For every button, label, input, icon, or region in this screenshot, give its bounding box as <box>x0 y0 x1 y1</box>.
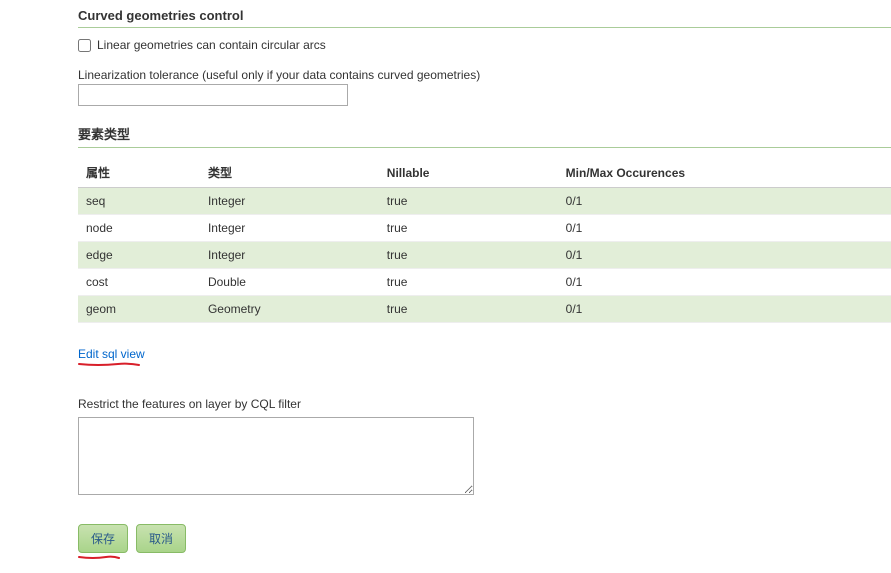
annotation-underline-icon <box>78 362 140 365</box>
cql-filter-textarea[interactable] <box>78 417 474 495</box>
cancel-button[interactable]: 取消 <box>136 524 186 553</box>
cell-minmax: 0/1 <box>558 296 891 323</box>
feature-type-table: 属性 类型 Nillable Min/Max Occurences seq In… <box>78 158 891 323</box>
table-row: geom Geometry true 0/1 <box>78 296 891 323</box>
cell-minmax: 0/1 <box>558 188 891 215</box>
cell-nillable: true <box>379 215 558 242</box>
cell-type: Integer <box>200 215 379 242</box>
cell-type: Geometry <box>200 296 379 323</box>
cell-nillable: true <box>379 269 558 296</box>
cell-attr: cost <box>78 269 200 296</box>
annotation-underline-icon <box>78 550 120 553</box>
table-row: cost Double true 0/1 <box>78 269 891 296</box>
feature-type-title: 要素类型 <box>78 106 891 148</box>
linearization-input[interactable] <box>78 84 348 106</box>
edit-sql-link[interactable]: Edit sql view <box>78 347 145 361</box>
circular-arcs-label: Linear geometries can contain circular a… <box>97 38 326 52</box>
header-attribute: 属性 <box>78 158 200 188</box>
circular-arcs-row: Linear geometries can contain circular a… <box>78 28 891 60</box>
cell-nillable: true <box>379 242 558 269</box>
table-row: node Integer true 0/1 <box>78 215 891 242</box>
cell-attr: edge <box>78 242 200 269</box>
cql-filter-label: Restrict the features on layer by CQL fi… <box>78 361 891 417</box>
cell-minmax: 0/1 <box>558 269 891 296</box>
curved-geometries-title: Curved geometries control <box>78 0 891 28</box>
linearization-label: Linearization tolerance (useful only if … <box>78 60 891 84</box>
header-type: 类型 <box>200 158 379 188</box>
table-row: seq Integer true 0/1 <box>78 188 891 215</box>
header-minmax: Min/Max Occurences <box>558 158 891 188</box>
cell-nillable: true <box>379 296 558 323</box>
cell-type: Integer <box>200 242 379 269</box>
cell-nillable: true <box>379 188 558 215</box>
cell-type: Integer <box>200 188 379 215</box>
save-button[interactable]: 保存 <box>78 524 128 553</box>
table-row: edge Integer true 0/1 <box>78 242 891 269</box>
circular-arcs-checkbox[interactable] <box>78 39 91 52</box>
cell-minmax: 0/1 <box>558 215 891 242</box>
cell-attr: seq <box>78 188 200 215</box>
cell-attr: node <box>78 215 200 242</box>
header-nillable: Nillable <box>379 158 558 188</box>
cell-attr: geom <box>78 296 200 323</box>
button-row: 保存 取消 <box>78 498 891 553</box>
cell-type: Double <box>200 269 379 296</box>
cell-minmax: 0/1 <box>558 242 891 269</box>
edit-sql-row: Edit sql view <box>78 323 891 361</box>
